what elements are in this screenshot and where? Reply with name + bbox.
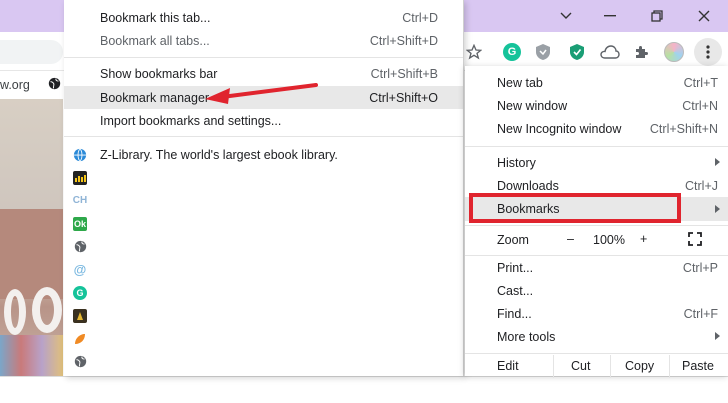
cast-item[interactable]: Cast... xyxy=(465,280,728,303)
bookmark-item[interactable] xyxy=(64,166,463,189)
bookmark-item[interactable] xyxy=(64,304,463,327)
bookmark-item[interactable] xyxy=(64,350,463,373)
fullscreen-icon[interactable] xyxy=(688,232,702,249)
print-item[interactable]: Print... Ctrl+P xyxy=(465,257,728,280)
globe-icon xyxy=(73,355,87,369)
at-favicon-icon: @ xyxy=(73,262,87,277)
submenu-arrow-icon xyxy=(715,332,720,340)
globe-icon[interactable] xyxy=(48,77,61,93)
import-bookmarks-item[interactable]: Import bookmarks and settings... xyxy=(64,109,463,132)
vpn-shield-extension-icon[interactable] xyxy=(565,40,589,64)
yellow-favicon-icon xyxy=(73,308,87,323)
shield-extension-icon[interactable] xyxy=(531,40,555,64)
new-window-item[interactable]: New window Ctrl+N xyxy=(465,95,728,118)
divider xyxy=(64,136,463,137)
tab-search-chevron-icon[interactable] xyxy=(546,4,586,28)
bookmark-this-tab-item[interactable]: Bookmark this tab... Ctrl+D xyxy=(64,6,463,29)
zoom-level: 100% xyxy=(593,233,625,247)
new-incognito-item[interactable]: New Incognito window Ctrl+Shift+N xyxy=(465,118,728,141)
edit-row: Edit Cut Copy Paste xyxy=(465,355,728,378)
submenu-arrow-icon xyxy=(715,158,720,166)
minimize-button[interactable] xyxy=(590,4,630,28)
bookmark-star-icon[interactable] xyxy=(462,40,486,64)
zoom-out-button[interactable]: – xyxy=(567,232,574,246)
cloud-extension-icon[interactable] xyxy=(598,40,622,64)
globe-icon xyxy=(73,240,87,254)
paste-button[interactable]: Paste xyxy=(682,359,714,373)
grammarly-icon: G xyxy=(73,285,87,300)
divider xyxy=(669,355,670,378)
bookmark-all-tabs-item[interactable]: Bookmark all tabs... Ctrl+Shift+D xyxy=(64,29,463,52)
grammarly-extension-icon[interactable]: G xyxy=(500,40,524,64)
divider xyxy=(465,146,728,147)
more-menu-icon[interactable] xyxy=(694,38,722,66)
close-button[interactable] xyxy=(684,4,724,28)
zoom-in-button[interactable]: + xyxy=(640,232,647,246)
profile-avatar[interactable] xyxy=(662,40,686,64)
page-background-image xyxy=(0,99,63,376)
divider xyxy=(610,355,611,378)
find-item[interactable]: Find... Ctrl+F xyxy=(465,303,728,326)
divider xyxy=(465,353,728,354)
puzzle-extensions-icon[interactable] xyxy=(630,40,654,64)
divider xyxy=(465,255,728,256)
orange-favicon-icon xyxy=(73,332,87,346)
globe-blue-icon xyxy=(73,148,87,162)
submenu-arrow-icon xyxy=(715,205,720,213)
more-tools-item[interactable]: More tools xyxy=(465,326,728,349)
cut-button[interactable]: Cut xyxy=(571,359,590,373)
bookmark-item[interactable]: Ok xyxy=(64,212,463,235)
copy-button[interactable]: Copy xyxy=(625,359,654,373)
partial-url-text: w.org xyxy=(0,78,30,92)
bookmark-item-zlibrary[interactable]: Z-Library. The world's largest ebook lib… xyxy=(64,143,463,166)
address-bar[interactable] xyxy=(0,40,63,64)
divider xyxy=(553,355,554,378)
history-item[interactable]: History xyxy=(465,152,728,175)
bookmark-item[interactable] xyxy=(64,327,463,350)
annotation-highlight-box xyxy=(469,193,681,223)
ok-favicon-icon: Ok xyxy=(73,216,87,231)
annotation-arrow xyxy=(205,83,318,104)
new-tab-item[interactable]: New tab Ctrl+T xyxy=(465,72,728,95)
bookmark-item[interactable]: @ xyxy=(64,258,463,281)
ch-favicon-icon: CH xyxy=(72,195,88,206)
divider xyxy=(64,57,463,58)
status-area xyxy=(0,376,728,403)
bookmark-item[interactable]: G xyxy=(64,281,463,304)
dark-favicon-icon xyxy=(73,170,87,185)
zoom-row: Zoom – 100% + xyxy=(465,229,728,252)
bookmarks-submenu: Bookmark this tab... Ctrl+D Bookmark all… xyxy=(64,0,464,376)
restore-button[interactable] xyxy=(637,4,677,28)
divider xyxy=(465,225,728,226)
bookmark-item[interactable]: CH xyxy=(64,189,463,212)
bookmark-item[interactable] xyxy=(64,235,463,258)
